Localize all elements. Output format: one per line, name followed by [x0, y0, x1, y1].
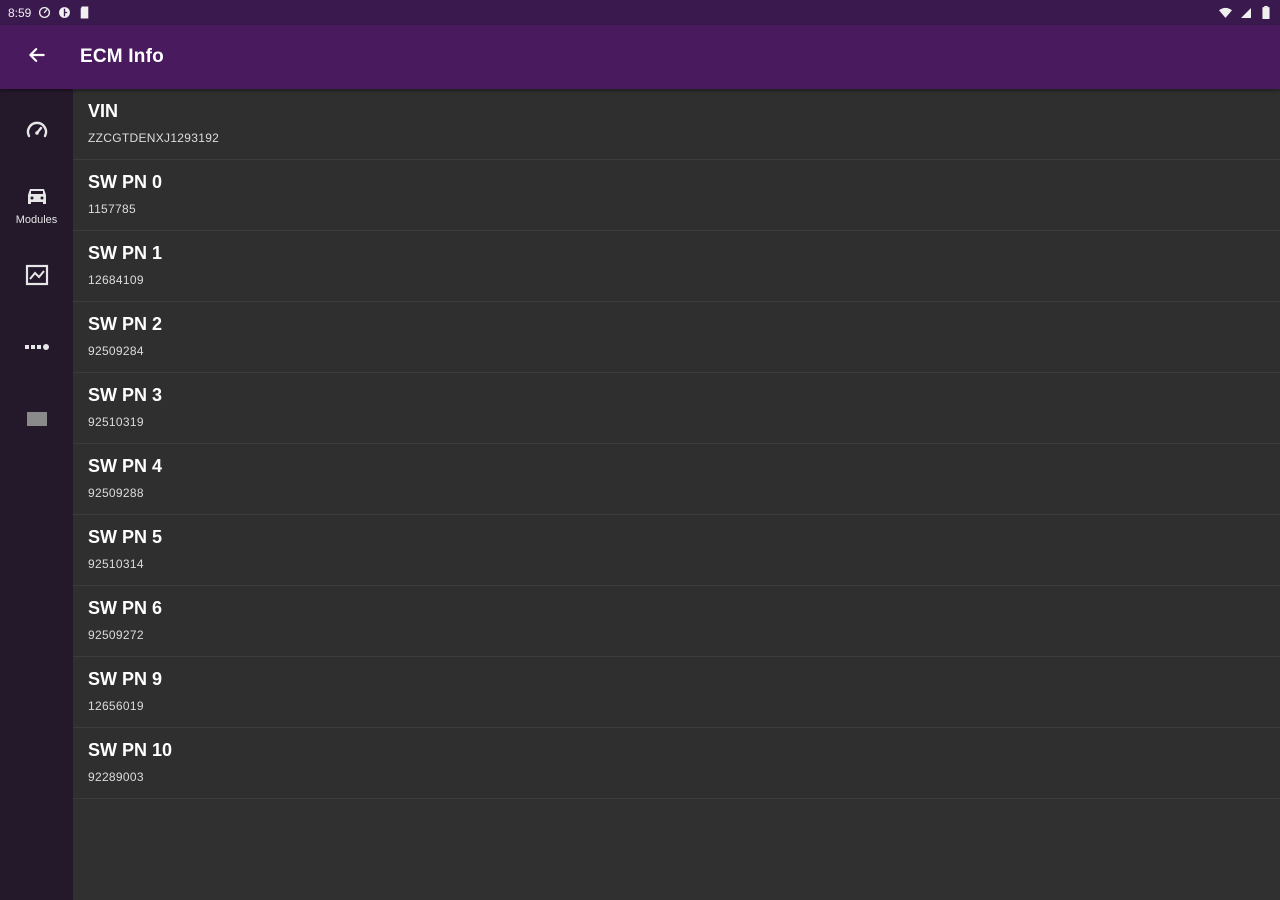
info-row-sw-pn-3[interactable]: SW PN 3 92510319: [73, 373, 1280, 444]
status-bar: 8:59: [0, 0, 1280, 25]
car-icon: [25, 185, 49, 212]
info-row-sw-pn-4[interactable]: SW PN 4 92509288: [73, 444, 1280, 515]
info-value: 12684109: [88, 273, 144, 287]
info-row-sw-pn-2[interactable]: SW PN 2 92509284: [73, 302, 1280, 373]
ecm-info-list: VIN ZZCGTDENXJ1293192 SW PN 0 1157785 SW…: [73, 89, 1280, 900]
nav-item-more[interactable]: [0, 327, 73, 371]
info-value: 12656019: [88, 699, 144, 713]
page-title: ECM Info: [80, 46, 164, 67]
back-button[interactable]: [0, 25, 74, 89]
info-label: SW PN 0: [88, 172, 163, 192]
nav-item-charts[interactable]: [0, 255, 73, 299]
nav-item-dashboard[interactable]: [0, 111, 73, 155]
speedometer-icon: [25, 119, 49, 148]
speedometer-icon: [38, 6, 51, 19]
info-label: SW PN 6: [88, 598, 163, 618]
circle-half-icon: [58, 6, 71, 19]
nav-item-terminal[interactable]: [0, 399, 73, 443]
nav-item-modules-label: Modules: [15, 213, 58, 226]
chart-icon: [25, 264, 49, 291]
info-label: SW PN 9: [88, 669, 163, 689]
battery-icon: [1259, 6, 1272, 19]
rectangle-icon: [26, 410, 48, 433]
status-time: 8:59: [8, 5, 32, 20]
dots-icon: [24, 340, 50, 358]
wifi-icon: [1219, 6, 1232, 19]
info-value: 92510319: [88, 415, 144, 429]
info-label: SW PN 10: [88, 740, 173, 760]
arrow-left-icon: [27, 45, 47, 70]
info-row-vin[interactable]: VIN ZZCGTDENXJ1293192: [73, 89, 1280, 160]
info-row-sw-pn-1[interactable]: SW PN 1 12684109: [73, 231, 1280, 302]
info-value: 92510314: [88, 557, 144, 571]
info-label: VIN: [88, 101, 119, 121]
status-right: [1219, 6, 1272, 19]
info-row-sw-pn-10[interactable]: SW PN 10 92289003: [73, 728, 1280, 799]
info-row-sw-pn-5[interactable]: SW PN 5 92510314: [73, 515, 1280, 586]
info-label: SW PN 2: [88, 314, 163, 334]
nav-rail: Modules: [0, 89, 73, 900]
info-row-sw-pn-9[interactable]: SW PN 9 12656019: [73, 657, 1280, 728]
sd-card-icon: [78, 6, 91, 19]
signal-icon: [1239, 6, 1252, 19]
nav-item-modules[interactable]: Modules: [0, 181, 73, 229]
info-row-sw-pn-6[interactable]: SW PN 6 92509272: [73, 586, 1280, 657]
info-value: 92509284: [88, 344, 144, 358]
info-value: 92289003: [88, 770, 144, 784]
info-value: 1157785: [88, 202, 136, 216]
info-value: 92509288: [88, 486, 144, 500]
info-label: SW PN 4: [88, 456, 163, 476]
info-row-sw-pn-0[interactable]: SW PN 0 1157785: [73, 160, 1280, 231]
info-label: SW PN 3: [88, 385, 163, 405]
info-value: 92509272: [88, 628, 144, 642]
info-label: SW PN 5: [88, 527, 163, 547]
status-left: 8:59: [8, 6, 91, 20]
info-value: ZZCGTDENXJ1293192: [88, 131, 220, 145]
info-label: SW PN 1: [88, 243, 163, 263]
app-bar: ECM Info: [0, 25, 1280, 89]
